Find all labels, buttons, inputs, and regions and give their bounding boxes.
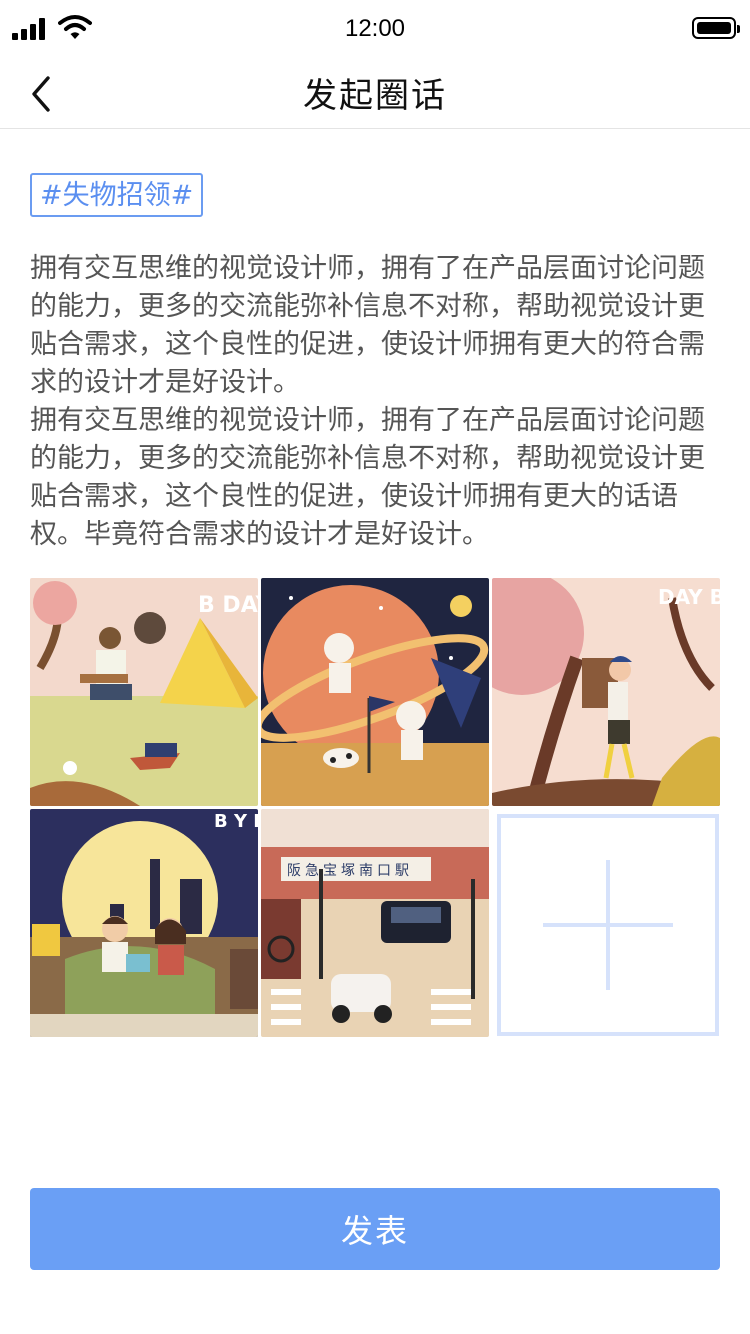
page-title: 发起圈话 [303,76,447,116]
content-paragraph: 拥有交互思维的视觉设计师，拥有了在产品层面讨论问题的能力，更多的交流能弥补信息不… [30,405,705,550]
battery-icon [692,17,740,39]
status-time: 12:00 [344,15,406,42]
image-thumbnail[interactable] [261,578,489,806]
topic-tag[interactable]: #失物招领# [30,173,204,217]
status-bar: 12:00 [0,0,750,60]
image-thumbnail[interactable]: B DAY [30,578,258,806]
image-overlay-text: DAY B DAY [658,585,720,609]
image-thumbnail[interactable]: DAY B DAY [492,578,720,806]
publish-button[interactable]: 发表 [30,1188,720,1270]
image-overlay-text: B Y DAY [214,811,258,832]
nav-bar: 发起圈话 [0,60,750,129]
station-sign-text: 阪急宝塚南口駅 [287,863,413,879]
post-content: 拥有交互思维的视觉设计师，拥有了在产品层面讨论问题的能力，更多的交流能弥补信息不… [30,250,720,554]
content-paragraph: 拥有交互思维的视觉设计师，拥有了在产品层面讨论问题的能力，更多的交流能弥补信息不… [30,253,705,398]
image-thumbnail[interactable]: 阪急宝塚南口駅 [261,809,489,1037]
add-image-button[interactable] [497,814,719,1036]
image-thumbnail[interactable]: B Y DAY [30,809,258,1037]
image-overlay-text: B DAY [198,593,258,618]
